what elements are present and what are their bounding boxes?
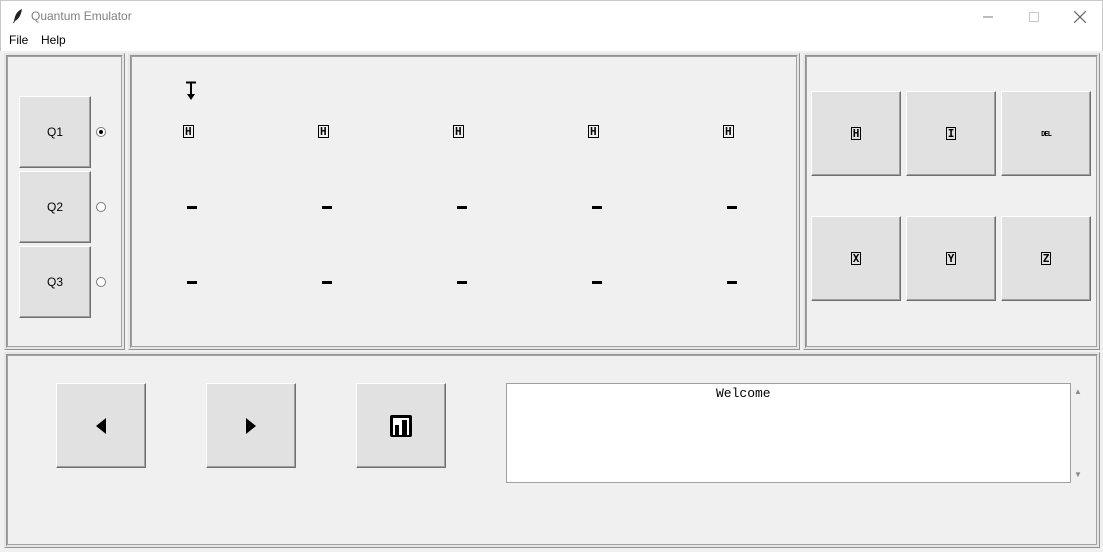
left-triangle-icon: [96, 417, 106, 434]
circuit-wire[interactable]: [187, 206, 197, 209]
circuit-gate[interactable]: H: [588, 124, 599, 138]
text-cursor-icon: [186, 81, 196, 100]
close-button[interactable]: [1057, 1, 1103, 32]
h-gate-button[interactable]: H: [811, 91, 901, 176]
close-icon: [1074, 10, 1086, 23]
qubit-radio-q1[interactable]: [96, 127, 106, 137]
circuit-wire[interactable]: [727, 281, 737, 284]
circuit-wire[interactable]: [457, 206, 467, 209]
save-button[interactable]: [356, 383, 446, 468]
previous-button[interactable]: [56, 383, 146, 468]
scroll-down-arrow[interactable]: ▼: [1074, 470, 1082, 479]
circuit-wire[interactable]: [727, 206, 737, 209]
menu-help[interactable]: Help: [41, 33, 66, 47]
next-button[interactable]: [206, 383, 296, 468]
circuit-wire[interactable]: [322, 281, 332, 284]
circuit-wire[interactable]: [592, 206, 602, 209]
title-bar: Quantum Emulator: [0, 0, 1103, 31]
qubit-button-q1[interactable]: Q1: [19, 96, 91, 168]
circuit-wire[interactable]: [322, 206, 332, 209]
floppy-disk-icon: [390, 414, 412, 437]
qubit-button-q2[interactable]: Q2: [19, 171, 91, 243]
circuit-gate[interactable]: H: [723, 124, 734, 138]
circuit-panel: [128, 53, 800, 350]
menu-bar: File Help: [0, 31, 1103, 51]
circuit-wire[interactable]: [187, 281, 197, 284]
x-gate-button[interactable]: X: [811, 216, 901, 301]
qubit-radio-q2[interactable]: [96, 202, 106, 212]
circuit-wire[interactable]: [592, 281, 602, 284]
circuit-gate[interactable]: H: [183, 124, 194, 138]
minimize-icon: [983, 16, 993, 17]
minimize-button[interactable]: [965, 1, 1011, 32]
z-gate-button[interactable]: Z: [1001, 216, 1091, 301]
circuit-wire[interactable]: [457, 281, 467, 284]
y-gate-button[interactable]: Y: [906, 216, 996, 301]
circuit-gate[interactable]: H: [318, 124, 329, 138]
scroll-up-arrow[interactable]: ▲: [1074, 387, 1082, 396]
circuit-gate[interactable]: H: [453, 124, 464, 138]
qubit-radio-q3[interactable]: [96, 277, 106, 287]
maximize-button[interactable]: [1011, 1, 1057, 32]
delete-button[interactable]: DEL: [1001, 91, 1091, 176]
i-gate-button[interactable]: I: [906, 91, 996, 176]
delete-label: DEL: [1041, 129, 1052, 138]
menu-file[interactable]: File: [9, 33, 28, 47]
feather-icon: [13, 9, 22, 23]
qubit-button-q3[interactable]: Q3: [19, 246, 91, 318]
output-text: Welcome: [716, 386, 771, 401]
window-title: Quantum Emulator: [31, 9, 132, 23]
maximize-icon: [1029, 11, 1039, 22]
output-textbox[interactable]: Welcome: [506, 383, 1071, 483]
right-triangle-icon: [246, 417, 256, 434]
